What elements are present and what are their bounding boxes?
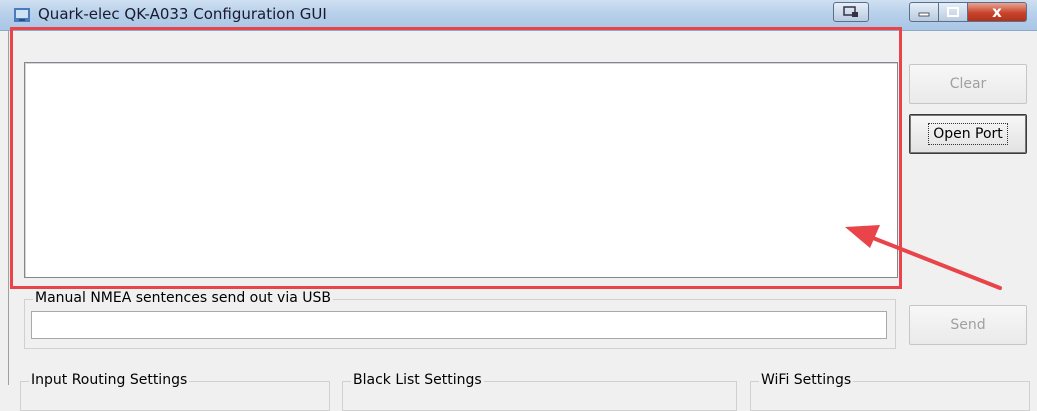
input-routing-legend: Input Routing Settings [29, 372, 190, 388]
restore-window-icon[interactable] [833, 2, 869, 22]
wifi-settings-group: WiFi Settings [750, 372, 1030, 411]
nmea-sentence-input[interactable] [31, 311, 887, 339]
log-textarea[interactable] [25, 63, 897, 277]
input-routing-group: Input Routing Settings [20, 372, 330, 411]
wifi-settings-legend: WiFi Settings [759, 372, 854, 388]
clear-button[interactable]: Clear [909, 64, 1027, 104]
black-list-group: Black List Settings [342, 372, 737, 411]
app-icon [14, 8, 30, 22]
open-port-button[interactable]: Open Port [909, 114, 1027, 154]
log-output-panel[interactable] [24, 62, 898, 278]
nmea-group-legend: Manual NMEA sentences send out via USB [33, 290, 333, 306]
title-bar: Quark-elec QK-A033 Configuration GUI x [0, 0, 1037, 31]
maximize-button[interactable] [938, 2, 968, 22]
black-list-legend: Black List Settings [351, 372, 484, 388]
minimize-button[interactable] [909, 2, 939, 22]
window-title: Quark-elec QK-A033 Configuration GUI [38, 5, 327, 23]
send-button[interactable]: Send [909, 305, 1027, 345]
close-icon: x [992, 3, 1002, 21]
nmea-send-group: Manual NMEA sentences send out via USB [24, 290, 896, 349]
open-port-label: Open Port [928, 123, 1008, 145]
close-button[interactable]: x [967, 2, 1027, 22]
